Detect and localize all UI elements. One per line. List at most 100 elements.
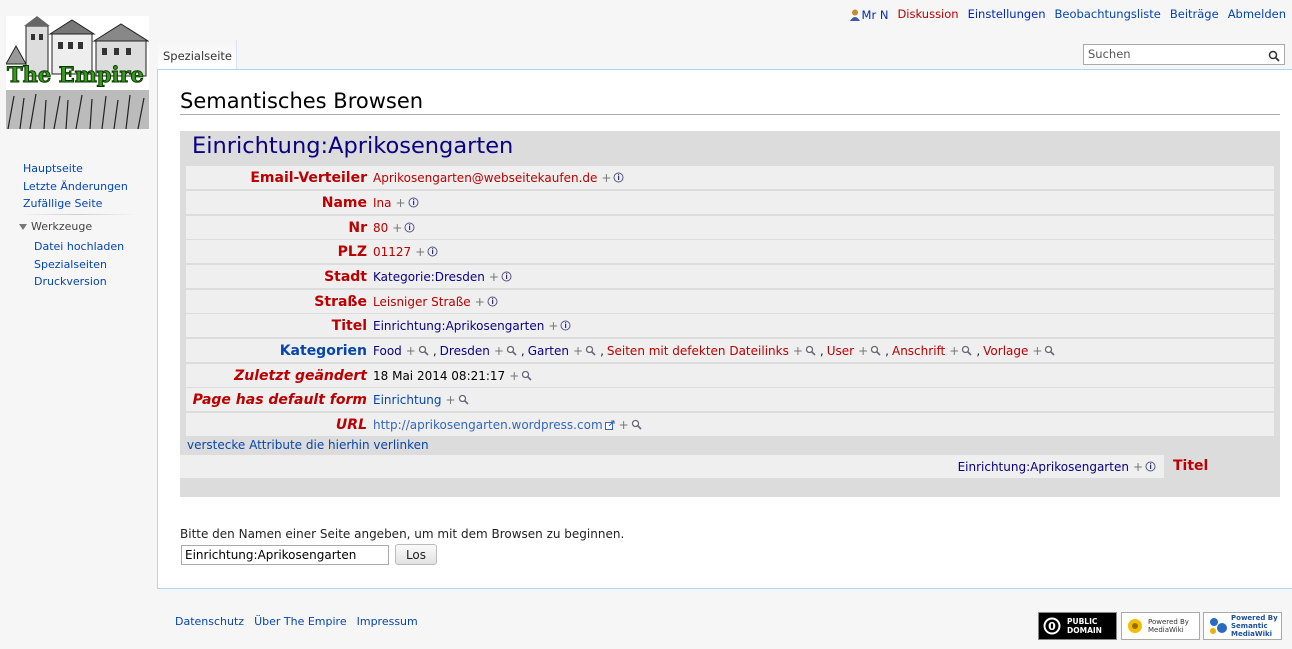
info-icon[interactable] bbox=[560, 320, 571, 331]
tools-heading[interactable]: Werkzeuge bbox=[19, 220, 92, 233]
search-icon[interactable] bbox=[1268, 50, 1280, 62]
plus-icon[interactable]: + bbox=[1032, 344, 1042, 358]
property-value[interactable]: 80 bbox=[373, 221, 388, 235]
external-url-link[interactable]: http://aprikosengarten.wordpress.com bbox=[373, 418, 603, 432]
info-icon[interactable] bbox=[404, 222, 415, 233]
category-link[interactable]: User bbox=[827, 344, 854, 358]
discussion-link[interactable]: Diskussion bbox=[897, 7, 958, 23]
watchlist-link[interactable]: Beobachtungsliste bbox=[1055, 7, 1161, 23]
plus-icon[interactable]: + bbox=[573, 344, 583, 358]
logout-link[interactable]: Abmelden bbox=[1228, 7, 1286, 23]
plus-icon[interactable]: + bbox=[494, 344, 504, 358]
semantic-mediawiki-badge[interactable]: Powered By Semantic MediaWiki bbox=[1203, 612, 1282, 640]
info-icon[interactable] bbox=[501, 271, 512, 282]
property-label[interactable]: Titel bbox=[186, 318, 373, 334]
property-value[interactable]: Kategorie:Dresden bbox=[373, 270, 485, 284]
tab-special-page[interactable]: Spezialseite bbox=[158, 40, 237, 70]
plus-icon[interactable]: + bbox=[949, 344, 959, 358]
sidebar-item-upload[interactable]: Datei hochladen bbox=[34, 238, 124, 256]
sidebar-item-print[interactable]: Druckversion bbox=[34, 273, 124, 291]
public-domain-icon: 0 bbox=[1043, 617, 1061, 635]
page-name-input[interactable] bbox=[181, 545, 389, 565]
property-value[interactable]: Einrichtung bbox=[373, 393, 442, 407]
property-value[interactable]: Ina bbox=[373, 196, 392, 210]
browse-prompt: Bitte den Namen einer Seite angeben, um … bbox=[180, 527, 625, 541]
property-label[interactable]: Nr bbox=[186, 220, 373, 236]
property-label[interactable]: Zuletzt geändert bbox=[186, 368, 373, 384]
footer-privacy-link[interactable]: Datenschutz bbox=[175, 615, 244, 628]
incoming-value[interactable]: Einrichtung:Aprikosengarten bbox=[958, 460, 1129, 474]
search-input[interactable]: Suchen bbox=[1083, 44, 1285, 65]
subject-link[interactable]: Einrichtung:Aprikosengarten bbox=[192, 133, 513, 159]
category-link[interactable]: Seiten mit defekten Dateilinks bbox=[607, 344, 789, 358]
separator: , bbox=[600, 343, 604, 358]
info-icon[interactable] bbox=[408, 197, 419, 208]
property-value[interactable]: Aprikosengarten@webseitekaufen.de bbox=[373, 171, 597, 185]
plus-icon[interactable]: + bbox=[392, 221, 402, 235]
magnifier-icon[interactable] bbox=[805, 345, 816, 356]
property-label[interactable]: Stadt bbox=[186, 269, 373, 285]
plus-icon[interactable]: + bbox=[793, 344, 803, 358]
sidebar-navigation: Hauptseite Letzte Änderungen Zufällige S… bbox=[23, 160, 128, 213]
category-link[interactable]: Garten bbox=[528, 344, 569, 358]
public-domain-badge[interactable]: 0 PUBLIC DOMAIN bbox=[1038, 612, 1117, 640]
plus-icon[interactable]: + bbox=[548, 319, 558, 333]
user-link[interactable]: Mr N bbox=[849, 7, 888, 23]
go-button[interactable]: Los bbox=[395, 544, 437, 565]
contributions-link[interactable]: Beiträge bbox=[1170, 7, 1219, 23]
magnifier-icon[interactable] bbox=[585, 345, 596, 356]
incoming-property[interactable]: Titel bbox=[1164, 455, 1274, 478]
sidebar-item-main-page[interactable]: Hauptseite bbox=[23, 160, 128, 178]
plus-icon[interactable]: + bbox=[1133, 460, 1143, 474]
content-area: Semantisches Browsen Einrichtung:Aprikos… bbox=[157, 69, 1292, 589]
property-value[interactable]: Leisniger Straße bbox=[373, 295, 471, 309]
footer-imprint-link[interactable]: Impressum bbox=[357, 615, 418, 628]
magnifier-icon[interactable] bbox=[870, 345, 881, 356]
magnifier-icon[interactable] bbox=[506, 345, 517, 356]
property-label[interactable]: URL bbox=[186, 417, 373, 433]
magnifier-icon[interactable] bbox=[521, 370, 532, 381]
hide-incoming-link[interactable]: verstecke Attribute die hierhin verlinke… bbox=[187, 438, 429, 452]
plus-icon[interactable]: + bbox=[406, 344, 416, 358]
property-label[interactable]: Straße bbox=[186, 294, 373, 310]
magnifier-icon[interactable] bbox=[1044, 345, 1056, 356]
site-logo[interactable]: The Empire bbox=[6, 16, 149, 129]
info-icon[interactable] bbox=[487, 296, 498, 307]
info-icon[interactable] bbox=[613, 172, 624, 183]
magnifier-icon[interactable] bbox=[458, 394, 469, 405]
tools-list: Datei hochladen Spezialseiten Druckversi… bbox=[34, 238, 124, 291]
plus-icon[interactable]: + bbox=[489, 270, 499, 284]
plus-icon[interactable]: + bbox=[619, 418, 629, 432]
property-label[interactable]: Page has default form bbox=[186, 392, 373, 408]
property-label[interactable]: Name bbox=[186, 195, 373, 211]
category-link[interactable]: Dresden bbox=[440, 344, 490, 358]
settings-link[interactable]: Einstellungen bbox=[968, 7, 1046, 23]
property-label[interactable]: PLZ bbox=[186, 244, 373, 260]
property-value[interactable]: 01127 bbox=[373, 245, 411, 259]
category-link[interactable]: Food bbox=[373, 344, 402, 358]
footer-about-link[interactable]: Über The Empire bbox=[254, 615, 347, 628]
badge-text: PUBLIC DOMAIN bbox=[1067, 617, 1102, 635]
magnifier-icon[interactable] bbox=[418, 345, 429, 356]
category-link[interactable]: Vorlage bbox=[983, 344, 1028, 358]
mediawiki-badge[interactable]: Powered By MediaWiki bbox=[1121, 612, 1200, 640]
property-value[interactable]: Einrichtung:Aprikosengarten bbox=[373, 319, 544, 333]
property-label[interactable]: Email-Verteiler bbox=[186, 170, 373, 186]
plus-icon[interactable]: + bbox=[475, 295, 485, 309]
info-icon[interactable] bbox=[427, 246, 438, 257]
plus-icon[interactable]: + bbox=[396, 196, 406, 210]
search-placeholder: Suchen bbox=[1088, 47, 1131, 61]
plus-icon[interactable]: + bbox=[446, 393, 456, 407]
magnifier-icon[interactable] bbox=[631, 419, 642, 430]
plus-icon[interactable]: + bbox=[601, 171, 611, 185]
sidebar-item-recent-changes[interactable]: Letzte Änderungen bbox=[23, 178, 128, 196]
category-link[interactable]: Anschrift bbox=[892, 344, 945, 358]
sidebar-item-special-pages[interactable]: Spezialseiten bbox=[34, 256, 124, 274]
magnifier-icon[interactable] bbox=[961, 345, 972, 356]
plus-icon[interactable]: + bbox=[509, 369, 519, 383]
plus-icon[interactable]: + bbox=[415, 245, 425, 259]
plus-icon[interactable]: + bbox=[858, 344, 868, 358]
info-icon[interactable] bbox=[1145, 461, 1156, 472]
property-label[interactable]: Kategorien bbox=[186, 343, 373, 359]
sidebar-item-random-page[interactable]: Zufällige Seite bbox=[23, 195, 128, 213]
